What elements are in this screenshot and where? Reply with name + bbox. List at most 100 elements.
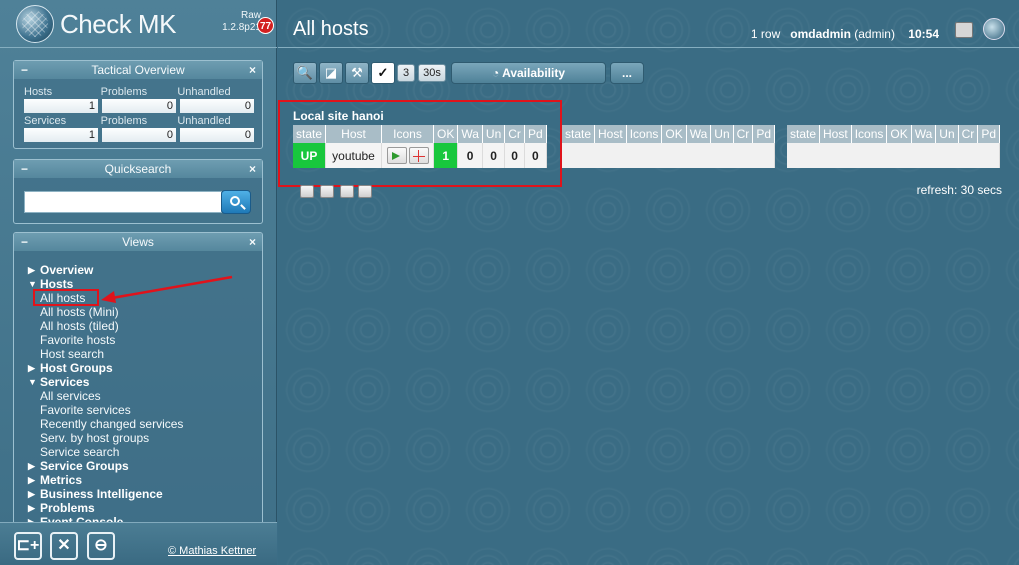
availability-button[interactable]: ◔ Availability [451,62,606,84]
snapin-tactical-overview: − Tactical Overview × Hosts Problems Unh… [13,60,263,149]
search-icon [230,196,240,206]
minimize-icon[interactable]: − [21,61,28,79]
filter-search-icon[interactable]: 🔍 [293,62,317,84]
checkmk-logo-icon[interactable] [16,5,54,43]
history-icon[interactable] [955,22,973,38]
close-icon[interactable]: × [249,61,256,79]
edition-name: Raw [240,10,261,21]
main-header: All hosts 1 row omdadmin (admin) 10:54 [278,0,1019,48]
snapin-header[interactable]: − Views × [14,233,262,251]
tac-label: Unhandled [177,115,231,127]
checkbox-toggle-icon[interactable]: ✓ [371,62,395,84]
display-options-icon[interactable]: ◪ [319,62,343,84]
snapin-header[interactable]: − Tactical Overview × [14,61,262,79]
views-item-all-hosts-tiled[interactable]: All hosts (tiled) [28,319,183,333]
snapin-title: Quicksearch [104,162,172,176]
snapin-quicksearch: − Quicksearch × [13,159,263,224]
werks-badge[interactable]: 77 [257,17,274,34]
availability-icon: ◔ [491,66,500,80]
edit-view-icon[interactable] [358,185,372,198]
main-content: All hosts 1 row omdadmin (admin) 10:54 🔍… [278,0,1019,565]
col-cr: Cr [733,125,754,143]
views-group-problems[interactable]: ▶ Problems [28,501,183,515]
page-title: All hosts [293,18,369,40]
refresh-interval[interactable]: 30s [418,64,446,82]
tac-hosts-unhandled[interactable]: 0 [180,99,254,113]
tac-label: Hosts [24,86,53,98]
refresh-count[interactable]: 3 [397,64,415,82]
snapin-title: Tactical Overview [91,63,185,77]
close-icon[interactable]: × [249,160,256,178]
minimize-icon[interactable]: − [21,233,28,251]
col-icons: Icons [626,125,663,143]
header-info: 1 row omdadmin (admin) 10:54 [751,27,939,41]
more-button[interactable]: ... [610,62,644,84]
add-snapin-icon[interactable]: ⊏+ [14,532,42,560]
refresh-info: refresh: 30 secs [916,183,1002,197]
minimize-icon[interactable]: − [21,160,28,178]
col-un: Un [710,125,734,143]
views-item-favorite-services[interactable]: Favorite services [28,403,183,417]
triangle-right-icon: ▶ [28,475,35,485]
logout-icon[interactable]: ⊖ [87,532,115,560]
tools-icon[interactable]: ✕ [50,532,78,560]
sidebar-footer: ⊏+ ✕ ⊖ © Mathias Kettner [0,522,277,565]
site-highlight-box [278,100,562,187]
copyright-link[interactable]: © Mathias Kettner [168,545,256,557]
col-wa: Wa [911,125,937,143]
logo-bar: Check MK Raw 1.2.8p21 77 [0,0,277,48]
views-item-serv-by-host-groups[interactable]: Serv. by host groups [28,431,183,445]
table-row [787,143,1000,168]
export-json-icon[interactable] [320,185,334,198]
snapin-views: − Views × ▶ Overview ▼ Hosts All hosts All… [13,232,263,527]
empty-cell [562,143,775,168]
bookmark-icon[interactable] [340,185,354,198]
views-item-recently-changed[interactable]: Recently changed services [28,417,183,431]
commands-hammer-icon[interactable]: ⚒ [345,62,369,84]
tac-hosts-problems[interactable]: 0 [102,99,176,113]
version-label: 1.2.8p21 [222,22,261,33]
triangle-down-icon: ▼ [28,377,37,387]
views-item-all-hosts-mini[interactable]: All hosts (Mini) [28,305,183,319]
logo-text[interactable]: Check MK [60,9,176,40]
checkmk-globe-icon[interactable] [983,18,1005,40]
views-item-favorite-hosts[interactable]: Favorite hosts [28,333,183,347]
export-csv-icon[interactable] [300,185,314,198]
quicksearch-input[interactable] [24,191,222,213]
availability-label: Availability [502,66,566,80]
views-group-overview[interactable]: ▶ Overview [28,263,183,277]
tac-services-problems[interactable]: 0 [102,128,176,142]
clock: 10:54 [908,27,939,41]
col-ok: OK [886,125,912,143]
close-icon[interactable]: × [249,233,256,251]
col-state: state [562,125,596,143]
views-group-host-groups[interactable]: ▶ Host Groups [28,361,183,375]
snapin-header[interactable]: − Quicksearch × [14,160,262,178]
empty-host-table: state Host Icons OK Wa Un Cr Pd [787,125,1000,168]
views-group-metrics[interactable]: ▶ Metrics [28,473,183,487]
sidebar: Check MK Raw 1.2.8p21 77 − Tactical Over… [0,0,277,565]
tac-label: Unhandled [177,86,231,98]
all-hosts-highlight-box [33,289,99,306]
username[interactable]: omdadmin [790,27,851,41]
tac-services-unhandled[interactable]: 0 [180,128,254,142]
col-un: Un [935,125,959,143]
col-pd: Pd [977,125,1000,143]
tac-services-total[interactable]: 1 [24,128,98,142]
quicksearch-button[interactable] [221,190,251,214]
table-row [562,143,775,168]
views-item-host-search[interactable]: Host search [28,347,183,361]
col-cr: Cr [958,125,979,143]
tactical-services: Services Problems Unhandled 1 0 0 [24,115,254,142]
views-group-bi[interactable]: ▶ Business Intelligence [28,487,183,501]
views-group-service-groups[interactable]: ▶ Service Groups [28,459,183,473]
views-item-service-search[interactable]: Service search [28,445,183,459]
views-item-all-services[interactable]: All services [28,389,183,403]
snapin-title: Views [122,235,154,249]
tac-label: Problems [100,86,148,98]
tac-hosts-total[interactable]: 1 [24,99,98,113]
triangle-right-icon: ▶ [28,363,35,373]
views-group-services[interactable]: ▼ Services [28,375,183,389]
user-role: (admin) [854,27,895,41]
edition-info: Raw 1.2.8p21 [222,10,261,34]
